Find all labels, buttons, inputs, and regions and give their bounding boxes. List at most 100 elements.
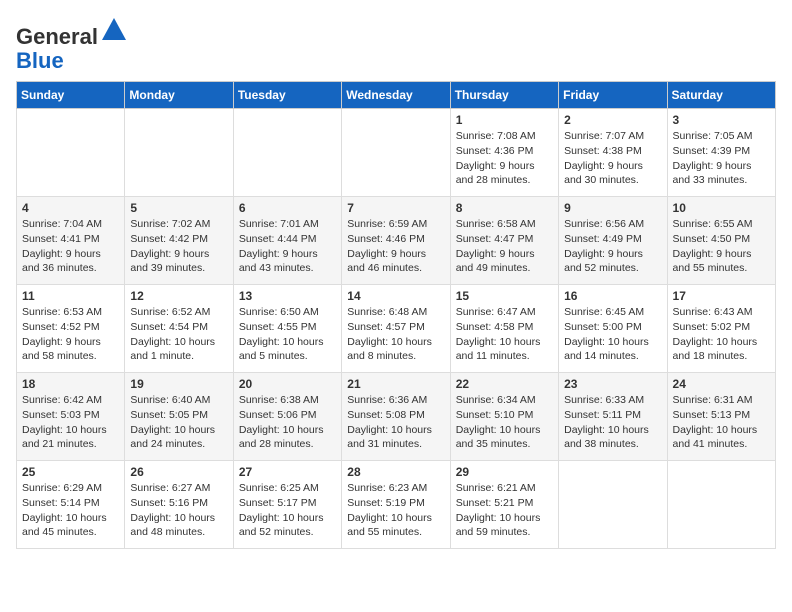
day-number: 23 bbox=[564, 377, 661, 391]
calendar-cell: 16 Sunrise: 6:45 AM Sunset: 5:00 PM Dayli… bbox=[559, 285, 667, 373]
day-number: 2 bbox=[564, 113, 661, 127]
day-number: 5 bbox=[130, 201, 227, 215]
day-number: 26 bbox=[130, 465, 227, 479]
calendar-cell: 20Sunrise: 6:38 AM Sunset: 5:06 PM Dayli… bbox=[233, 373, 341, 461]
calendar-cell bbox=[233, 109, 341, 197]
logo-blue-text: Blue bbox=[16, 48, 64, 73]
col-header-tuesday: Tuesday bbox=[233, 82, 341, 109]
calendar-cell: 13 Sunrise: 6:50 AM Sunset: 4:55 PM Dayli… bbox=[233, 285, 341, 373]
logo-icon bbox=[100, 16, 128, 44]
calendar-cell: 8 Sunrise: 6:58 AM Sunset: 4:47 PM Daylig… bbox=[450, 197, 558, 285]
calendar-cell: 5 Sunrise: 7:02 AM Sunset: 4:42 PM Daylig… bbox=[125, 197, 233, 285]
col-header-thursday: Thursday bbox=[450, 82, 558, 109]
day-number: 15 bbox=[456, 289, 553, 303]
col-header-saturday: Saturday bbox=[667, 82, 775, 109]
calendar-cell: 19Sunrise: 6:40 AM Sunset: 5:05 PM Dayli… bbox=[125, 373, 233, 461]
day-number: 12 bbox=[130, 289, 227, 303]
calendar-cell: 29 Sunrise: 6:21 AM Sunset: 5:21 PM Dayli… bbox=[450, 461, 558, 549]
day-number: 28 bbox=[347, 465, 444, 479]
day-number: 20 bbox=[239, 377, 336, 391]
day-number: 17 bbox=[673, 289, 770, 303]
calendar-cell bbox=[559, 461, 667, 549]
day-info: Sunrise: 7:02 AM Sunset: 4:42 PM Dayligh… bbox=[130, 217, 227, 276]
day-number: 25 bbox=[22, 465, 119, 479]
day-info: Sunrise: 6:50 AM Sunset: 4:55 PM Dayligh… bbox=[239, 305, 336, 364]
calendar-cell: 15Sunrise: 6:47 AM Sunset: 4:58 PM Dayli… bbox=[450, 285, 558, 373]
calendar-cell: 6 Sunrise: 7:01 AM Sunset: 4:44 PM Daylig… bbox=[233, 197, 341, 285]
logo: General Blue bbox=[16, 16, 128, 73]
day-number: 11 bbox=[22, 289, 119, 303]
day-number: 7 bbox=[347, 201, 444, 215]
day-number: 4 bbox=[22, 201, 119, 215]
day-info: Sunrise: 6:25 AM Sunset: 5:17 PM Dayligh… bbox=[239, 481, 336, 540]
day-number: 3 bbox=[673, 113, 770, 127]
logo-general-text: General bbox=[16, 24, 98, 49]
calendar-cell: 25 Sunrise: 6:29 AM Sunset: 5:14 PM Dayli… bbox=[17, 461, 125, 549]
day-info: Sunrise: 6:34 AM Sunset: 5:10 PM Dayligh… bbox=[456, 393, 553, 452]
day-number: 14 bbox=[347, 289, 444, 303]
day-info: Sunrise: 6:58 AM Sunset: 4:47 PM Dayligh… bbox=[456, 217, 553, 276]
calendar-cell: 14 Sunrise: 6:48 AM Sunset: 4:57 PM Dayli… bbox=[342, 285, 450, 373]
day-info: Sunrise: 6:53 AM Sunset: 4:52 PM Dayligh… bbox=[22, 305, 119, 364]
day-number: 24 bbox=[673, 377, 770, 391]
calendar-cell: 4Sunrise: 7:04 AM Sunset: 4:41 PM Daylig… bbox=[17, 197, 125, 285]
calendar-table: SundayMondayTuesdayWednesdayThursdayFrid… bbox=[16, 81, 776, 549]
day-number: 19 bbox=[130, 377, 227, 391]
col-header-sunday: Sunday bbox=[17, 82, 125, 109]
day-info: Sunrise: 6:27 AM Sunset: 5:16 PM Dayligh… bbox=[130, 481, 227, 540]
day-number: 9 bbox=[564, 201, 661, 215]
calendar-cell: 7 Sunrise: 6:59 AM Sunset: 4:46 PM Daylig… bbox=[342, 197, 450, 285]
calendar-cell: 2 Sunrise: 7:07 AM Sunset: 4:38 PM Daylig… bbox=[559, 109, 667, 197]
calendar-cell: 9 Sunrise: 6:56 AM Sunset: 4:49 PM Daylig… bbox=[559, 197, 667, 285]
col-header-wednesday: Wednesday bbox=[342, 82, 450, 109]
day-info: Sunrise: 6:56 AM Sunset: 4:49 PM Dayligh… bbox=[564, 217, 661, 276]
calendar-cell: 21 Sunrise: 6:36 AM Sunset: 5:08 PM Dayli… bbox=[342, 373, 450, 461]
day-info: Sunrise: 6:31 AM Sunset: 5:13 PM Dayligh… bbox=[673, 393, 770, 452]
day-info: Sunrise: 7:05 AM Sunset: 4:39 PM Dayligh… bbox=[673, 129, 770, 188]
calendar-cell: 10 Sunrise: 6:55 AM Sunset: 4:50 PM Dayli… bbox=[667, 197, 775, 285]
calendar-cell: 18 Sunrise: 6:42 AM Sunset: 5:03 PM Dayli… bbox=[17, 373, 125, 461]
day-number: 13 bbox=[239, 289, 336, 303]
calendar-cell bbox=[125, 109, 233, 197]
day-info: Sunrise: 6:42 AM Sunset: 5:03 PM Dayligh… bbox=[22, 393, 119, 452]
day-info: Sunrise: 7:07 AM Sunset: 4:38 PM Dayligh… bbox=[564, 129, 661, 188]
day-number: 18 bbox=[22, 377, 119, 391]
day-info: Sunrise: 6:23 AM Sunset: 5:19 PM Dayligh… bbox=[347, 481, 444, 540]
day-info: Sunrise: 6:59 AM Sunset: 4:46 PM Dayligh… bbox=[347, 217, 444, 276]
col-header-monday: Monday bbox=[125, 82, 233, 109]
day-number: 16 bbox=[564, 289, 661, 303]
day-number: 29 bbox=[456, 465, 553, 479]
calendar-cell bbox=[342, 109, 450, 197]
calendar-cell bbox=[667, 461, 775, 549]
day-info: Sunrise: 7:01 AM Sunset: 4:44 PM Dayligh… bbox=[239, 217, 336, 276]
calendar-cell: 12 Sunrise: 6:52 AM Sunset: 4:54 PM Dayli… bbox=[125, 285, 233, 373]
col-header-friday: Friday bbox=[559, 82, 667, 109]
calendar-cell: 1 Sunrise: 7:08 AM Sunset: 4:36 PM Daylig… bbox=[450, 109, 558, 197]
day-number: 6 bbox=[239, 201, 336, 215]
day-number: 22 bbox=[456, 377, 553, 391]
calendar-cell: 11 Sunrise: 6:53 AM Sunset: 4:52 PM Dayli… bbox=[17, 285, 125, 373]
day-number: 27 bbox=[239, 465, 336, 479]
day-info: Sunrise: 6:52 AM Sunset: 4:54 PM Dayligh… bbox=[130, 305, 227, 364]
day-info: Sunrise: 7:08 AM Sunset: 4:36 PM Dayligh… bbox=[456, 129, 553, 188]
calendar-cell: 27 Sunrise: 6:25 AM Sunset: 5:17 PM Dayli… bbox=[233, 461, 341, 549]
day-info: Sunrise: 6:48 AM Sunset: 4:57 PM Dayligh… bbox=[347, 305, 444, 364]
calendar-cell: 23 Sunrise: 6:33 AM Sunset: 5:11 PM Dayli… bbox=[559, 373, 667, 461]
calendar-cell bbox=[17, 109, 125, 197]
day-info: Sunrise: 6:43 AM Sunset: 5:02 PM Dayligh… bbox=[673, 305, 770, 364]
calendar-cell: 3 Sunrise: 7:05 AM Sunset: 4:39 PM Daylig… bbox=[667, 109, 775, 197]
day-info: Sunrise: 6:55 AM Sunset: 4:50 PM Dayligh… bbox=[673, 217, 770, 276]
day-info: Sunrise: 6:21 AM Sunset: 5:21 PM Dayligh… bbox=[456, 481, 553, 540]
calendar-cell: 26 Sunrise: 6:27 AM Sunset: 5:16 PM Dayli… bbox=[125, 461, 233, 549]
day-info: Sunrise: 6:36 AM Sunset: 5:08 PM Dayligh… bbox=[347, 393, 444, 452]
day-info: Sunrise: 6:29 AM Sunset: 5:14 PM Dayligh… bbox=[22, 481, 119, 540]
day-number: 8 bbox=[456, 201, 553, 215]
day-info: Sunrise: 6:33 AM Sunset: 5:11 PM Dayligh… bbox=[564, 393, 661, 452]
day-info: Sunrise: 6:45 AM Sunset: 5:00 PM Dayligh… bbox=[564, 305, 661, 364]
calendar-cell: 17 Sunrise: 6:43 AM Sunset: 5:02 PM Dayli… bbox=[667, 285, 775, 373]
calendar-cell: 28 Sunrise: 6:23 AM Sunset: 5:19 PM Dayli… bbox=[342, 461, 450, 549]
day-number: 10 bbox=[673, 201, 770, 215]
calendar-cell: 22 Sunrise: 6:34 AM Sunset: 5:10 PM Dayli… bbox=[450, 373, 558, 461]
day-number: 1 bbox=[456, 113, 553, 127]
day-number: 21 bbox=[347, 377, 444, 391]
